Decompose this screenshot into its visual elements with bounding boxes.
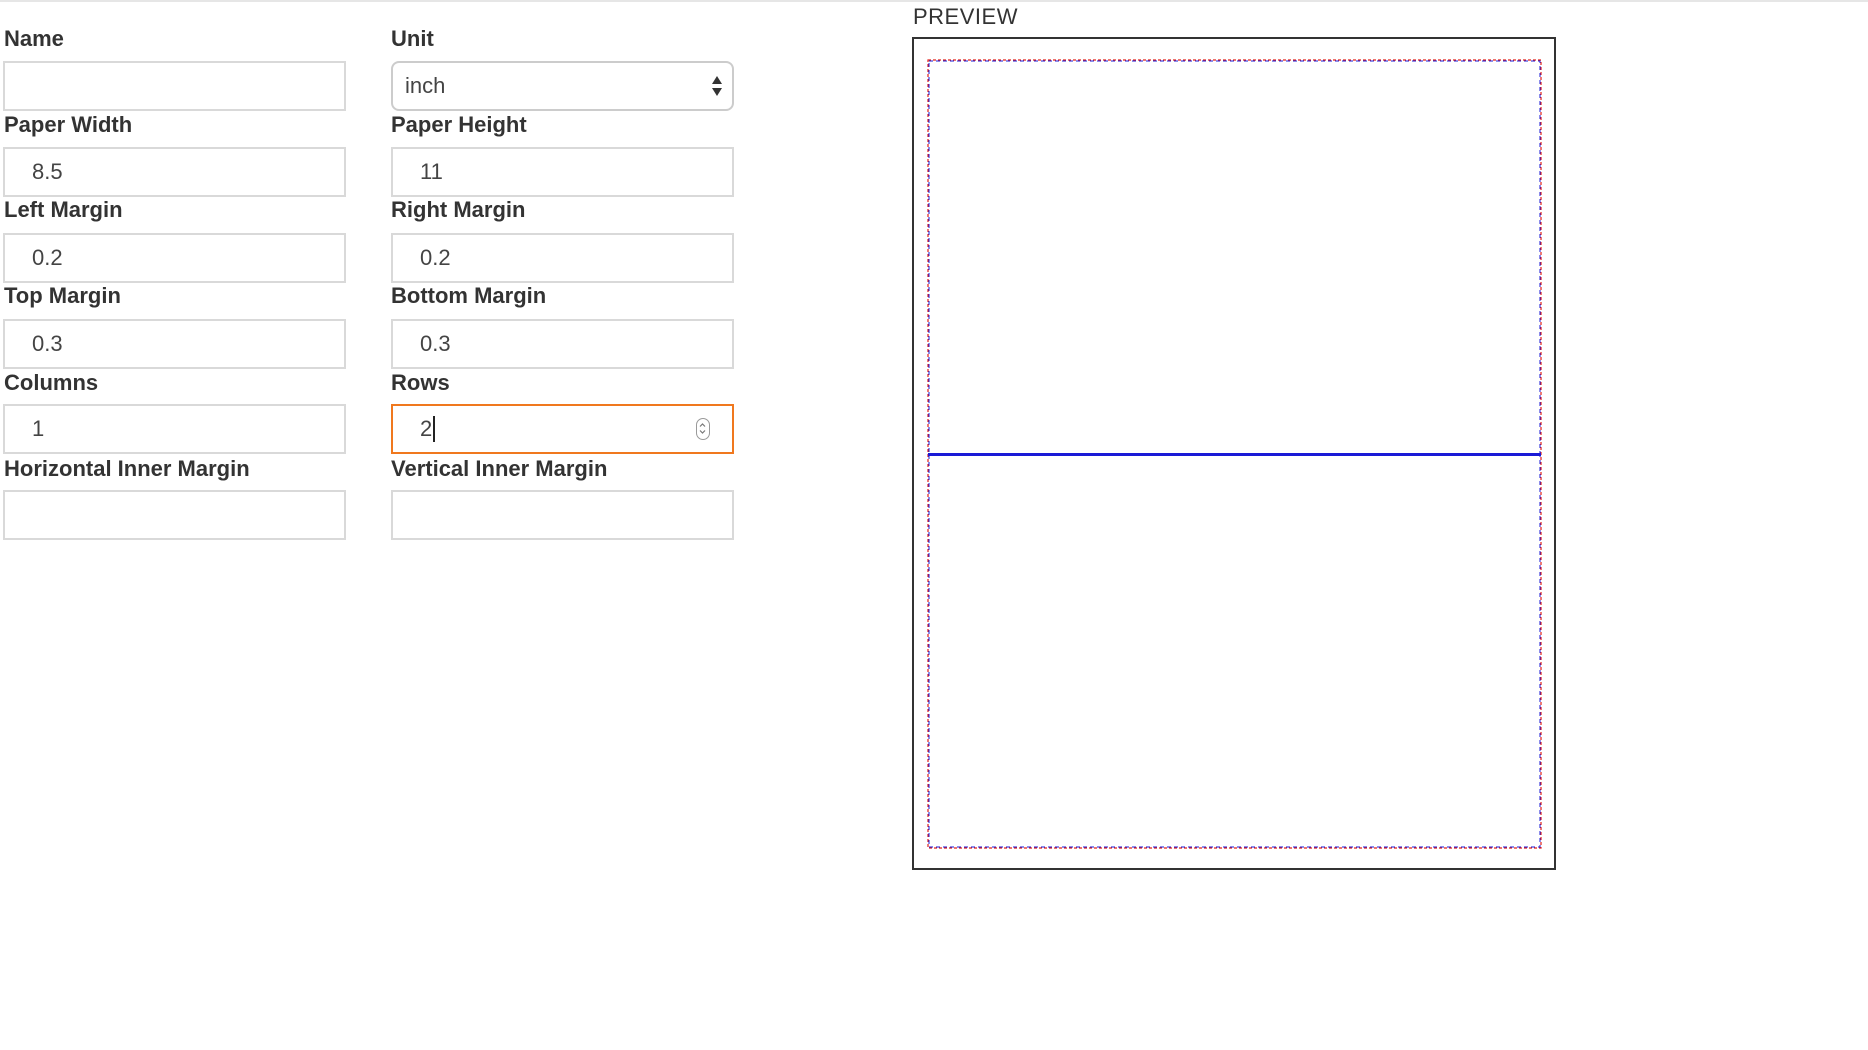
left-margin-input[interactable]: 0.2	[3, 233, 346, 283]
unit-select[interactable]: inch	[391, 61, 734, 111]
spinner-arrows-icon	[699, 423, 706, 434]
vertical-inner-margin-input[interactable]	[391, 490, 734, 540]
bottom-margin-input[interactable]: 0.3	[391, 319, 734, 369]
name-label: Name	[4, 26, 64, 51]
preview-canvas	[927, 59, 1542, 849]
text-caret	[433, 416, 435, 443]
top-margin-input[interactable]: 0.3	[3, 319, 346, 369]
top-divider	[0, 0, 1868, 2]
paper-height-label: Paper Height	[391, 112, 527, 137]
columns-value: 1	[32, 416, 45, 441]
label-cell-1	[928, 60, 1541, 455]
top-margin-value: 0.3	[32, 331, 63, 356]
unit-select-value: inch	[405, 73, 446, 98]
right-margin-label: Right Margin	[391, 197, 526, 222]
horizontal-inner-margin-label: Horizontal Inner Margin	[4, 456, 250, 481]
paper-width-input[interactable]: 8.5	[3, 147, 346, 197]
preview-page	[912, 37, 1556, 870]
left-margin-value: 0.2	[32, 245, 63, 270]
paper-width-value: 8.5	[32, 159, 63, 184]
bottom-margin-value: 0.3	[420, 331, 451, 356]
paper-height-value: 11	[420, 159, 443, 184]
paper-width-label: Paper Width	[4, 112, 133, 137]
vertical-inner-margin-label: Vertical Inner Margin	[391, 456, 608, 481]
paper-height-input[interactable]: 11	[391, 147, 734, 197]
horizontal-inner-margin-input[interactable]	[3, 490, 346, 540]
select-arrows-icon	[712, 76, 722, 96]
rows-input[interactable]: 2	[391, 404, 734, 454]
columns-label: Columns	[4, 370, 99, 395]
rows-value: 2	[420, 416, 433, 441]
preview-title: PREVIEW	[913, 4, 1018, 29]
rows-label: Rows	[391, 370, 450, 395]
top-margin-label: Top Margin	[4, 283, 121, 308]
right-margin-value: 0.2	[420, 245, 451, 270]
number-spinner-icon[interactable]	[696, 418, 710, 440]
label-cell-2	[928, 454, 1541, 848]
columns-input[interactable]: 1	[3, 404, 346, 454]
unit-label: Unit	[391, 26, 434, 51]
bottom-margin-label: Bottom Margin	[391, 283, 547, 308]
name-input[interactable]	[3, 61, 346, 111]
rows-value-wrap: 2	[420, 406, 435, 452]
left-margin-label: Left Margin	[4, 197, 123, 222]
right-margin-input[interactable]: 0.2	[391, 233, 734, 283]
